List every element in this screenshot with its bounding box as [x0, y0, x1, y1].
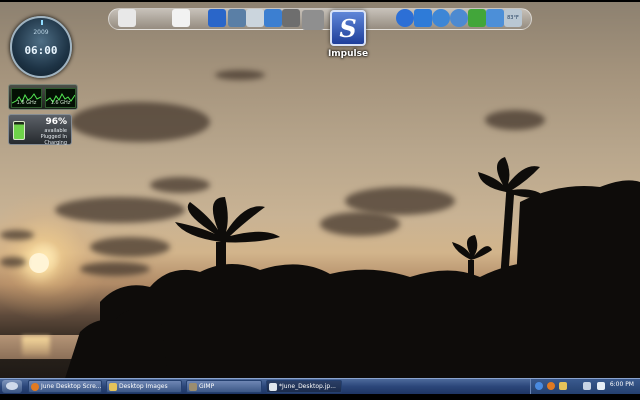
- task-firefox[interactable]: June Desktop Scre...: [28, 380, 102, 393]
- impulse-glyph: S: [339, 13, 357, 43]
- cpu-core-1-graph: 1.6 GHz: [11, 88, 42, 108]
- ie-icon[interactable]: [535, 382, 543, 390]
- cpu-core-1-label: 1.6 GHz: [16, 100, 37, 106]
- task-label: *June_Desktop.jp...: [279, 383, 336, 390]
- impulse-label: Impulse: [327, 49, 369, 59]
- clock-tick: [41, 20, 43, 25]
- cpu-core-2-graph: 1.6 GHz: [45, 88, 76, 108]
- desktop-wallpaper[interactable]: S Impulse 83°F 2009 06:00 1.6 GHz 1.6 GH…: [0, 2, 640, 394]
- bottom-border: [0, 394, 640, 400]
- task-june-desktop-image[interactable]: *June_Desktop.jp...: [266, 380, 342, 393]
- folder-icon: [109, 383, 117, 391]
- magnifier-icon[interactable]: [450, 9, 468, 27]
- gimp-icon[interactable]: [302, 10, 324, 30]
- network-icon[interactable]: [583, 382, 591, 390]
- gear-icon[interactable]: [486, 9, 504, 27]
- clock-time: 06:00: [24, 44, 58, 57]
- system-tray: 6:00 PM: [530, 379, 640, 394]
- gimp-icon: [189, 383, 197, 391]
- chat-icon[interactable]: [468, 9, 486, 27]
- weather-text: 83°F: [507, 15, 519, 21]
- globe-icon[interactable]: [396, 9, 414, 27]
- pencil-icon[interactable]: [208, 9, 226, 27]
- battery-charging: Charging: [44, 140, 67, 146]
- battery-gadget[interactable]: 96% available Plugged In Charging: [8, 114, 72, 146]
- folder-icon[interactable]: [559, 382, 567, 390]
- photos-icon[interactable]: [246, 9, 264, 27]
- clock-gadget[interactable]: 2009 06:00: [10, 16, 72, 78]
- tree-silhouettes: [60, 157, 640, 394]
- image-icon: [269, 383, 277, 391]
- taskbar: June Desktop Scre... Desktop Images GIMP…: [0, 378, 640, 394]
- clock-date: 2009: [33, 29, 49, 36]
- tools-icon[interactable]: [282, 9, 300, 27]
- start-button[interactable]: [2, 380, 22, 393]
- task-label: Desktop Images: [119, 383, 168, 390]
- tray-clock[interactable]: 6:00 PM: [610, 381, 634, 388]
- start-orb-icon: [6, 382, 18, 390]
- ipod-icon[interactable]: [228, 9, 246, 27]
- cpu-meter-gadget[interactable]: 1.6 GHz 1.6 GHz: [8, 84, 78, 110]
- folder-icon[interactable]: [118, 9, 136, 27]
- document-icon[interactable]: [172, 9, 190, 27]
- battery-icon: [13, 121, 25, 140]
- cpu-core-2-label: 1.6 GHz: [50, 100, 71, 106]
- task-label: June Desktop Scre...: [41, 383, 102, 390]
- compass-icon[interactable]: [432, 9, 450, 27]
- task-label: GIMP: [199, 383, 215, 390]
- task-gimp[interactable]: GIMP: [186, 380, 262, 393]
- task-desktop-images[interactable]: Desktop Images: [106, 380, 182, 393]
- firefox-icon[interactable]: [547, 382, 555, 390]
- impulse-app-icon[interactable]: S: [330, 10, 366, 46]
- weather-icon[interactable]: 83°F: [504, 9, 522, 27]
- monitor-icon[interactable]: [264, 9, 282, 27]
- volume-icon[interactable]: [597, 382, 605, 390]
- firefox-icon: [31, 383, 39, 391]
- chart-icon[interactable]: [414, 9, 432, 27]
- battery-percent: 96%: [45, 117, 67, 127]
